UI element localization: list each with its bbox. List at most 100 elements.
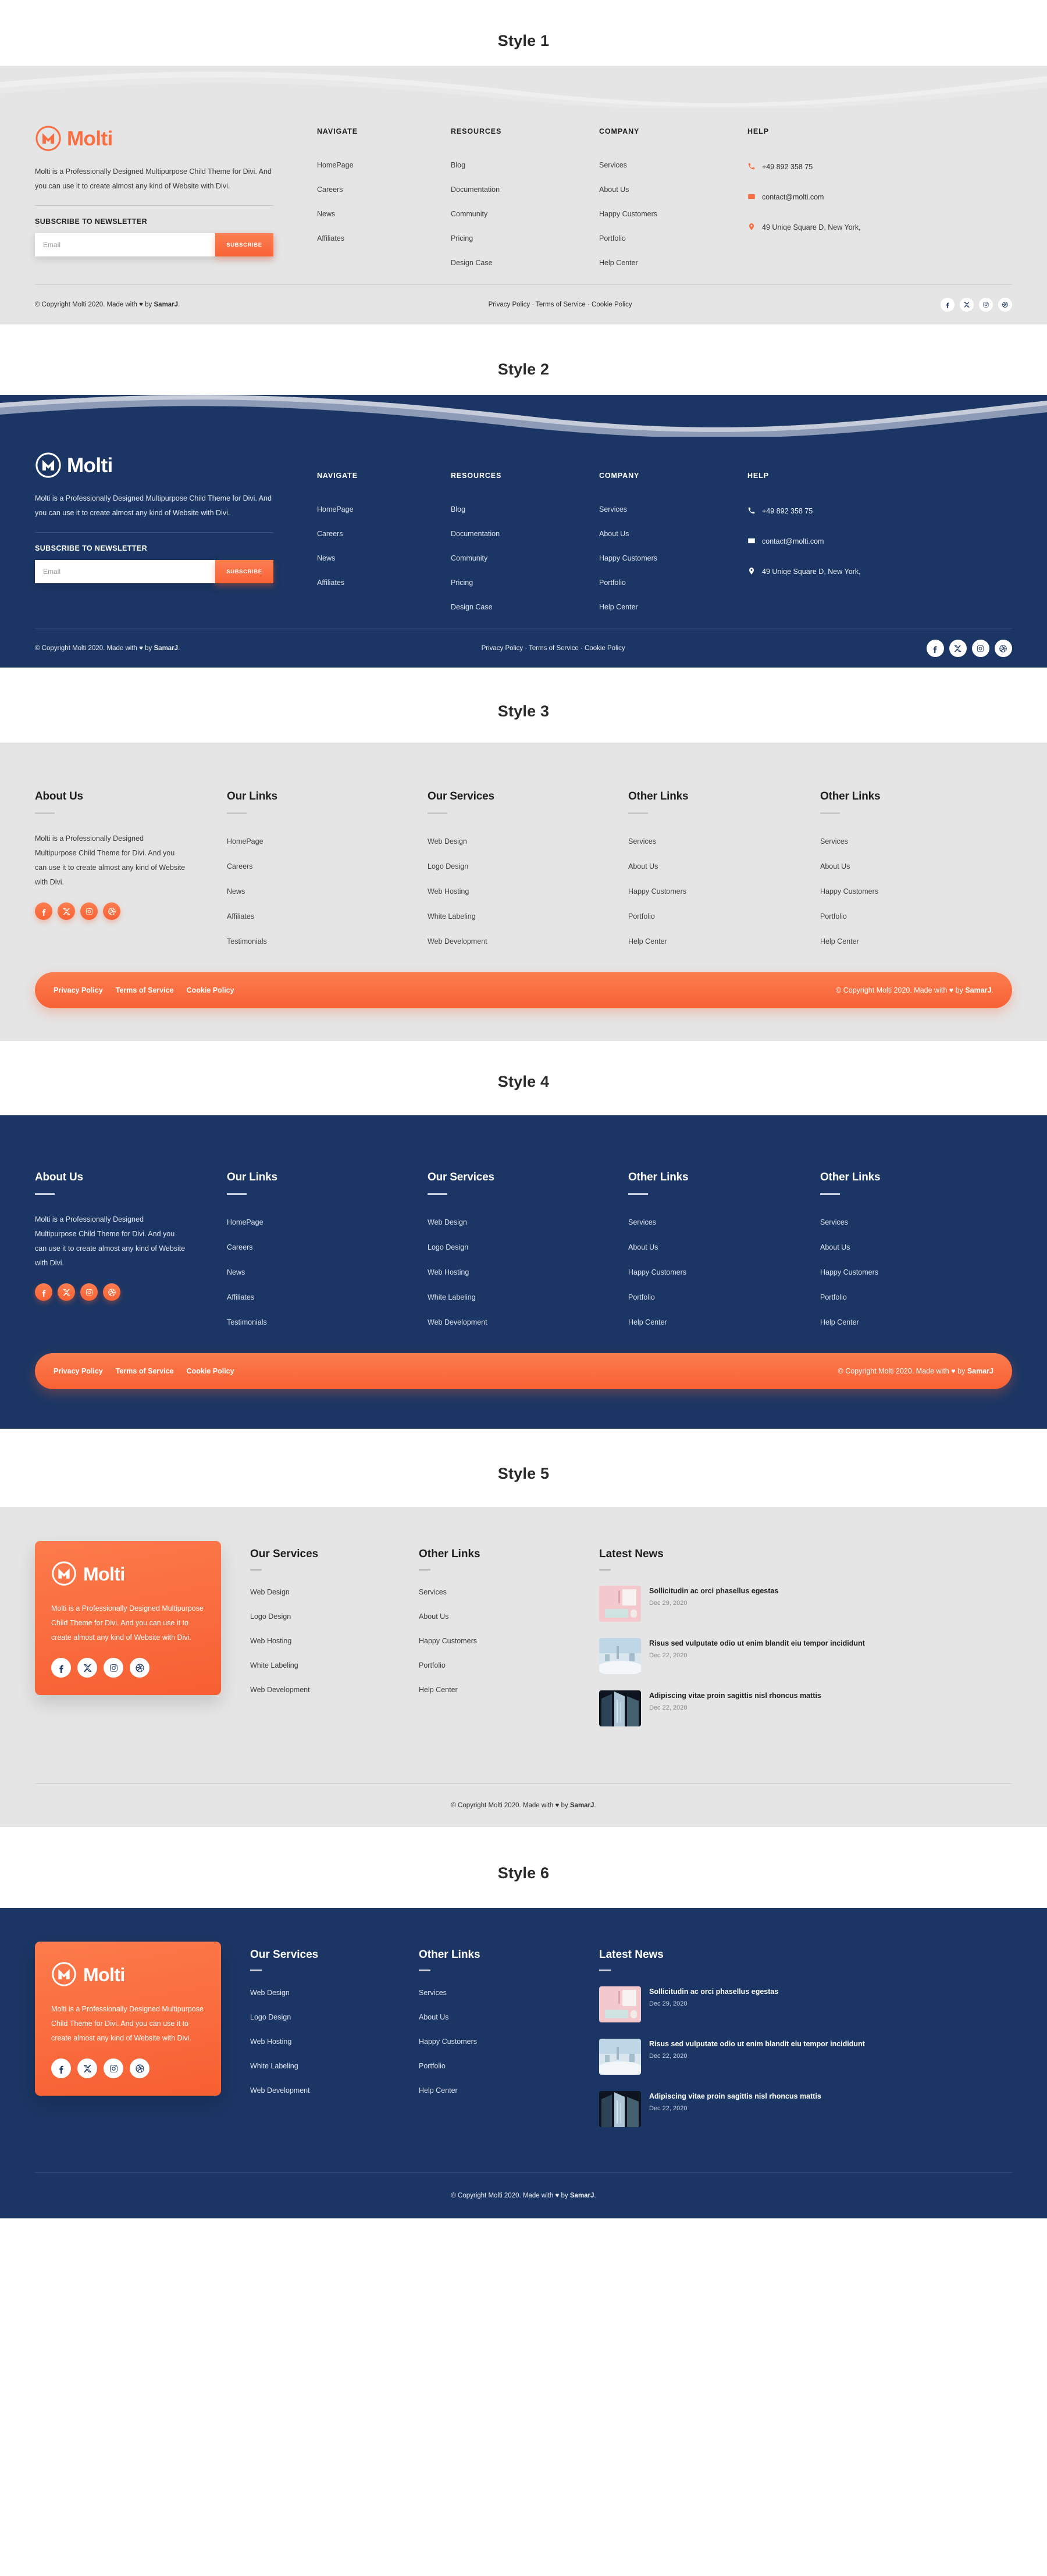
link-documentation[interactable]: Documentation	[451, 185, 599, 194]
link-affiliates[interactable]: Affiliates	[227, 1293, 428, 1301]
contact-phone[interactable]: +49 892 358 75	[747, 161, 1012, 174]
brand-logo[interactable]: Molti	[35, 452, 285, 479]
link-pricing[interactable]: Pricing	[451, 234, 599, 242]
link-happy-customers-2[interactable]: Happy Customers	[820, 1268, 1012, 1276]
dribbble-icon[interactable]	[994, 640, 1012, 657]
legal-links[interactable]: Privacy Policy · Terms of Service · Cook…	[489, 301, 632, 308]
news-item[interactable]: Sollicitudin ac orci phasellus egestas D…	[599, 1586, 1012, 1622]
link-help-center-2[interactable]: Help Center	[820, 1318, 1012, 1326]
link-services[interactable]: Services	[599, 161, 747, 169]
news-item[interactable]: Adipiscing vitae proin sagittis nisl rho…	[599, 2091, 1012, 2127]
link-pricing[interactable]: Pricing	[451, 579, 599, 587]
link-logo-design[interactable]: Logo Design	[250, 2013, 419, 2021]
link-portfolio[interactable]: Portfolio	[599, 579, 747, 587]
contact-email[interactable]: contact@molti.com	[747, 536, 1012, 548]
link-web-development[interactable]: Web Development	[250, 1686, 419, 1694]
link-portfolio[interactable]: Portfolio	[628, 912, 820, 920]
link-white-labeling[interactable]: White Labeling	[250, 1661, 419, 1669]
instagram-icon[interactable]	[80, 1283, 98, 1301]
newsletter-form[interactable]: SUBSCRIBE	[35, 560, 273, 583]
link-logo-design[interactable]: Logo Design	[428, 862, 628, 870]
terms-of-service-link[interactable]: Terms of Service	[116, 986, 174, 994]
link-web-development[interactable]: Web Development	[428, 1318, 628, 1326]
link-happy-customers[interactable]: Happy Customers	[599, 554, 747, 562]
dribbble-icon[interactable]	[998, 298, 1012, 312]
link-design-case[interactable]: Design Case	[451, 259, 599, 267]
link-portfolio[interactable]: Portfolio	[419, 1661, 599, 1669]
link-white-labeling[interactable]: White Labeling	[428, 1293, 628, 1301]
link-happy-customers[interactable]: Happy Customers	[599, 210, 747, 218]
link-services[interactable]: Services	[419, 1588, 599, 1596]
news-item[interactable]: Risus sed vulputate odio ut enim blandit…	[599, 2039, 1012, 2075]
link-homepage[interactable]: HomePage	[317, 161, 451, 169]
link-help-center-2[interactable]: Help Center	[820, 937, 1012, 946]
link-logo-design[interactable]: Logo Design	[428, 1243, 628, 1251]
cookie-policy-link[interactable]: Cookie Policy	[187, 1367, 234, 1375]
x-twitter-icon[interactable]	[949, 640, 967, 657]
link-news[interactable]: News	[317, 210, 451, 218]
link-help-center[interactable]: Help Center	[599, 259, 747, 267]
link-about-us[interactable]: About Us	[628, 1243, 820, 1251]
link-careers[interactable]: Careers	[317, 185, 451, 194]
contact-email[interactable]: contact@molti.com	[747, 191, 1012, 204]
link-web-hosting[interactable]: Web Hosting	[428, 1268, 628, 1276]
facebook-icon[interactable]	[35, 902, 52, 920]
instagram-icon[interactable]	[978, 298, 993, 312]
link-news[interactable]: News	[227, 1268, 428, 1276]
link-about-us-2[interactable]: About Us	[820, 1243, 1012, 1251]
news-item[interactable]: Adipiscing vitae proin sagittis nisl rho…	[599, 1690, 1012, 1726]
link-testimonials[interactable]: Testimonials	[227, 937, 428, 946]
link-web-development[interactable]: Web Development	[428, 937, 628, 946]
link-careers[interactable]: Careers	[227, 1243, 428, 1251]
privacy-policy-link[interactable]: Privacy Policy	[54, 986, 103, 994]
link-web-hosting[interactable]: Web Hosting	[250, 1637, 419, 1645]
news-item[interactable]: Sollicitudin ac orci phasellus egestas D…	[599, 1986, 1012, 2022]
link-affiliates[interactable]: Affiliates	[317, 234, 451, 242]
link-help-center[interactable]: Help Center	[599, 603, 747, 611]
link-help-center[interactable]: Help Center	[419, 1686, 599, 1694]
instagram-icon[interactable]	[971, 640, 989, 657]
x-twitter-icon[interactable]	[959, 298, 974, 312]
link-design-case[interactable]: Design Case	[451, 603, 599, 611]
link-help-center[interactable]: Help Center	[628, 937, 820, 946]
link-about-us[interactable]: About Us	[419, 2013, 599, 2021]
link-happy-customers-2[interactable]: Happy Customers	[820, 887, 1012, 895]
link-white-labeling[interactable]: White Labeling	[428, 912, 628, 920]
instagram-icon[interactable]	[80, 902, 98, 920]
email-input[interactable]	[35, 560, 215, 583]
dribbble-icon[interactable]	[130, 1658, 149, 1678]
link-happy-customers[interactable]: Happy Customers	[628, 887, 820, 895]
link-web-hosting[interactable]: Web Hosting	[250, 2038, 419, 2046]
link-community[interactable]: Community	[451, 210, 599, 218]
subscribe-button[interactable]: SUBSCRIBE	[215, 560, 273, 583]
link-about-us-2[interactable]: About Us	[820, 862, 1012, 870]
link-about-us[interactable]: About Us	[419, 1612, 599, 1621]
link-portfolio[interactable]: Portfolio	[599, 234, 747, 242]
link-homepage[interactable]: HomePage	[317, 505, 451, 513]
privacy-policy-link[interactable]: Privacy Policy	[54, 1367, 103, 1375]
link-web-design[interactable]: Web Design	[250, 1588, 419, 1596]
link-happy-customers[interactable]: Happy Customers	[419, 1637, 599, 1645]
x-twitter-icon[interactable]	[77, 1658, 97, 1678]
email-input[interactable]	[35, 233, 215, 256]
terms-of-service-link[interactable]: Terms of Service	[116, 1367, 174, 1375]
link-homepage[interactable]: HomePage	[227, 837, 428, 845]
link-community[interactable]: Community	[451, 554, 599, 562]
x-twitter-icon[interactable]	[58, 1283, 75, 1301]
link-news[interactable]: News	[317, 554, 451, 562]
dribbble-icon[interactable]	[130, 2058, 149, 2078]
facebook-icon[interactable]	[35, 1283, 52, 1301]
link-news[interactable]: News	[227, 887, 428, 895]
link-happy-customers[interactable]: Happy Customers	[419, 2038, 599, 2046]
link-about-us[interactable]: About Us	[599, 185, 747, 194]
link-white-labeling[interactable]: White Labeling	[250, 2062, 419, 2070]
link-services[interactable]: Services	[419, 1989, 599, 1997]
link-logo-design[interactable]: Logo Design	[250, 1612, 419, 1621]
facebook-icon[interactable]	[926, 640, 944, 657]
link-services-2[interactable]: Services	[820, 837, 1012, 845]
brand-logo[interactable]: Molti	[51, 1561, 205, 1587]
link-services[interactable]: Services	[628, 1218, 820, 1226]
link-about-us[interactable]: About Us	[628, 862, 820, 870]
dribbble-icon[interactable]	[103, 902, 120, 920]
instagram-icon[interactable]	[104, 1658, 123, 1678]
